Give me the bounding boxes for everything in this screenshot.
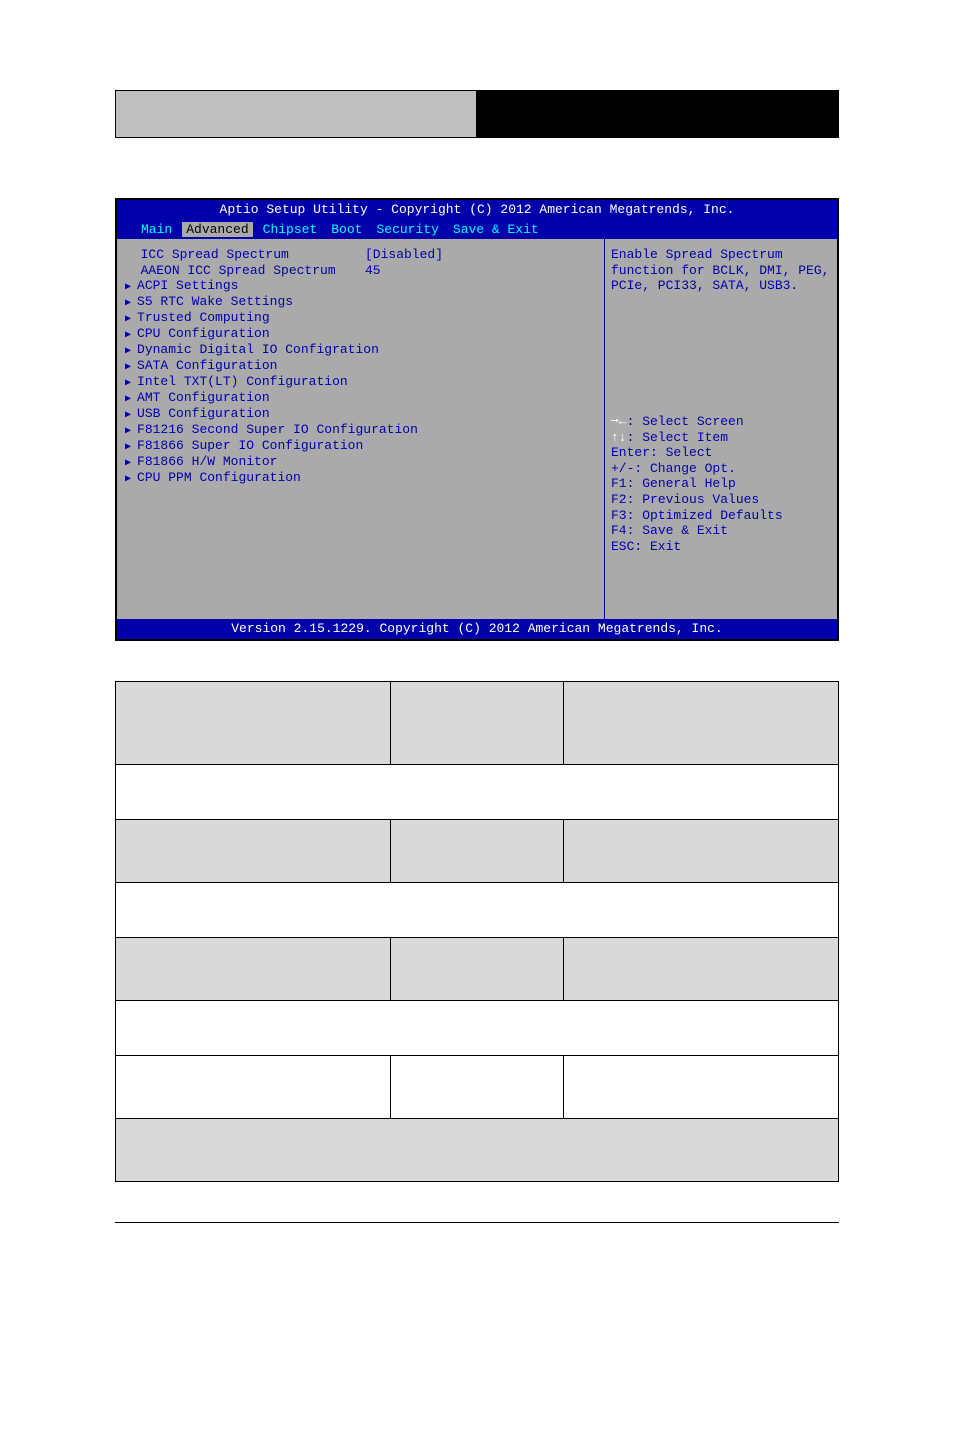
menu-acpi-settings[interactable]: ACPI Settings xyxy=(121,278,600,294)
menu-sata-config[interactable]: SATA Configuration xyxy=(121,358,600,374)
page-header-bar xyxy=(115,90,839,138)
table-cell xyxy=(564,681,839,764)
menu-f81866-hw-monitor[interactable]: F81866 H/W Monitor xyxy=(121,454,600,470)
page-footer-rule xyxy=(115,1222,839,1223)
menu-f81866-superio[interactable]: F81866 Super IO Configuration xyxy=(121,438,600,454)
key-change-opt: +/-: Change Opt. xyxy=(611,461,831,477)
table-row xyxy=(116,1118,839,1181)
key-help-block: ➞←: Select Screen ↑↓: Select Item Enter:… xyxy=(611,414,831,554)
options-table xyxy=(115,681,839,1182)
table-row xyxy=(116,1055,839,1118)
tab-main[interactable]: Main xyxy=(137,222,176,238)
table-cell xyxy=(116,937,391,1000)
tab-save-exit[interactable]: Save & Exit xyxy=(449,222,543,238)
menu-usb-config[interactable]: USB Configuration xyxy=(121,406,600,422)
menu-f81216-superio[interactable]: F81216 Second Super IO Configuration xyxy=(121,422,600,438)
setting-value: 45 xyxy=(365,263,381,279)
bios-tab-bar: Main Advanced Chipset Boot Security Save… xyxy=(117,220,837,240)
setting-label: ICC Spread Spectrum xyxy=(125,247,365,263)
menu-amt-config[interactable]: AMT Configuration xyxy=(121,390,600,406)
table-cell xyxy=(564,1055,839,1118)
table-cell xyxy=(116,681,391,764)
tab-advanced[interactable]: Advanced xyxy=(182,222,252,238)
setting-icc-spread[interactable]: ICC Spread Spectrum [Disabled] xyxy=(121,247,600,263)
table-cell xyxy=(116,882,839,937)
table-cell xyxy=(116,819,391,882)
table-row xyxy=(116,1000,839,1055)
table-cell xyxy=(116,1055,391,1118)
table-cell xyxy=(116,1118,839,1181)
key-esc: ESC: Exit xyxy=(611,539,831,555)
table-cell xyxy=(116,764,839,819)
table-row xyxy=(116,819,839,882)
bios-right-pane: Enable Spread Spectrum function for BCLK… xyxy=(605,239,837,619)
tab-security[interactable]: Security xyxy=(372,222,442,238)
menu-dynamic-digital-io[interactable]: Dynamic Digital IO Configration xyxy=(121,342,600,358)
bios-screenshot: Aptio Setup Utility - Copyright (C) 2012… xyxy=(115,198,839,641)
table-cell xyxy=(390,681,564,764)
setting-value: [Disabled] xyxy=(365,247,443,263)
table-row xyxy=(116,937,839,1000)
key-select-screen: ➞←: Select Screen xyxy=(611,414,831,430)
table-cell xyxy=(390,1055,564,1118)
key-f4: F4: Save & Exit xyxy=(611,523,831,539)
setting-label: AAEON ICC Spread Spectrum xyxy=(125,263,365,279)
tab-boot[interactable]: Boot xyxy=(327,222,366,238)
setting-aaeon-icc[interactable]: AAEON ICC Spread Spectrum 45 xyxy=(121,263,600,279)
table-cell xyxy=(564,937,839,1000)
table-row xyxy=(116,882,839,937)
menu-intel-txt[interactable]: Intel TXT(LT) Configuration xyxy=(121,374,600,390)
key-enter: Enter: Select xyxy=(611,445,831,461)
table-row xyxy=(116,681,839,764)
header-left-block xyxy=(115,90,477,138)
menu-cpu-config[interactable]: CPU Configuration xyxy=(121,326,600,342)
key-select-item: ↑↓: Select Item xyxy=(611,430,831,446)
table-cell xyxy=(116,1000,839,1055)
table-cell xyxy=(390,937,564,1000)
bios-body: ICC Spread Spectrum [Disabled] AAEON ICC… xyxy=(117,239,837,619)
table-row xyxy=(116,764,839,819)
option-help-text: Enable Spread Spectrum function for BCLK… xyxy=(611,247,831,294)
tab-chipset[interactable]: Chipset xyxy=(259,222,322,238)
menu-cpu-ppm[interactable]: CPU PPM Configuration xyxy=(121,470,600,486)
bios-left-pane: ICC Spread Spectrum [Disabled] AAEON ICC… xyxy=(117,239,605,619)
key-f3: F3: Optimized Defaults xyxy=(611,508,831,524)
menu-s5-rtc-wake[interactable]: S5 RTC Wake Settings xyxy=(121,294,600,310)
bios-footer: Version 2.15.1229. Copyright (C) 2012 Am… xyxy=(117,619,837,639)
key-f1: F1: General Help xyxy=(611,476,831,492)
menu-trusted-computing[interactable]: Trusted Computing xyxy=(121,310,600,326)
table-cell xyxy=(564,819,839,882)
bios-title: Aptio Setup Utility - Copyright (C) 2012… xyxy=(117,200,837,220)
table-cell xyxy=(390,819,564,882)
header-right-block xyxy=(477,90,839,138)
key-f2: F2: Previous Values xyxy=(611,492,831,508)
